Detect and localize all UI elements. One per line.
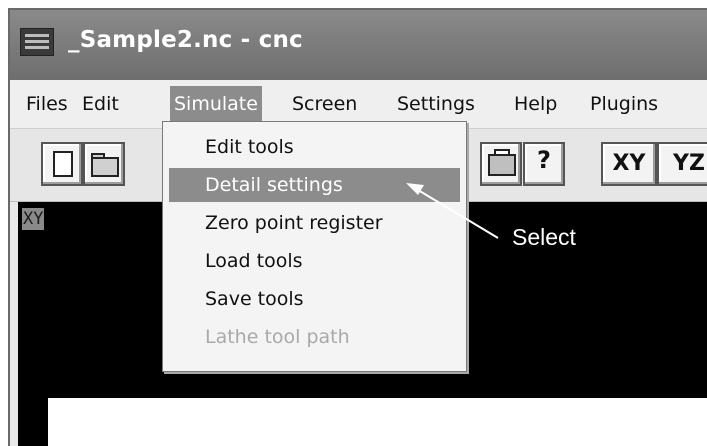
open-file-button[interactable] <box>83 142 125 186</box>
window-title: _Sample2.nc - cnc <box>68 27 303 53</box>
title-bar[interactable]: _Sample2.nc - cnc <box>10 10 707 80</box>
menu-settings[interactable]: Settings <box>393 86 479 122</box>
work-area[interactable] <box>48 398 707 446</box>
menu-item-save-tools[interactable]: Save tools <box>169 282 460 316</box>
menu-item-lathe-tool-path: Lathe tool path <box>205 326 350 348</box>
menu-item-zero-point-register[interactable]: Zero point register <box>169 206 460 240</box>
callout-label: Select <box>512 224 576 250</box>
document-icon <box>53 151 73 177</box>
menu-help[interactable]: Help <box>510 86 561 122</box>
help-icon: ? <box>537 146 551 174</box>
menu-item-detail-settings[interactable]: Detail settings <box>169 168 460 202</box>
print-button[interactable] <box>480 142 522 186</box>
view-yz-button[interactable]: YZ <box>657 142 707 186</box>
menu-screen[interactable]: Screen <box>288 86 361 122</box>
printer-icon <box>488 154 516 176</box>
plane-label: XY <box>22 208 45 230</box>
menu-item-edit-tools[interactable]: Edit tools <box>169 130 460 164</box>
help-button[interactable]: ? <box>523 142 565 186</box>
simulate-dropdown-menu: Edit tools Detail settings Zero point re… <box>162 121 467 372</box>
menu-edit[interactable]: Edit <box>78 86 123 122</box>
folder-icon <box>91 157 119 177</box>
menu-plugins[interactable]: Plugins <box>586 86 662 122</box>
menu-files[interactable]: Files <box>22 86 72 122</box>
view-xy-button[interactable]: XY <box>601 142 657 186</box>
menu-simulate[interactable]: Simulate <box>170 86 262 122</box>
menu-item-load-tools[interactable]: Load tools <box>169 244 460 278</box>
app-icon <box>20 28 54 56</box>
new-file-button[interactable] <box>41 142 83 186</box>
